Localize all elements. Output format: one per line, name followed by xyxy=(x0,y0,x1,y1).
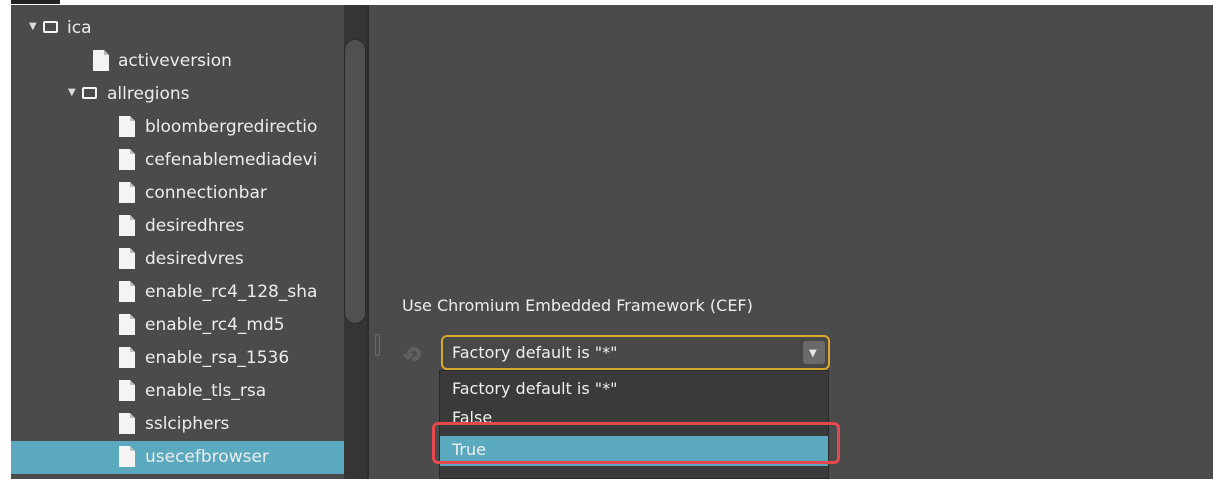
expand-arrow-icon[interactable]: ▼ xyxy=(29,21,39,32)
file-icon xyxy=(119,314,135,335)
cef-select[interactable]: Factory default is "*" ▼ xyxy=(441,335,830,370)
tree-item-label: ica xyxy=(67,18,92,38)
file-icon xyxy=(119,248,135,269)
tree-item-cefenablemediadevices[interactable]: cefenablemediadevi xyxy=(11,144,344,177)
settings-tree: ▼ ica activeversion ▼ allregions bloombe… xyxy=(11,5,344,479)
tree-item-label: enable_rsa_1536 xyxy=(145,348,290,368)
top-border xyxy=(0,0,1213,5)
tree-item-sslciphers[interactable]: sslciphers xyxy=(11,408,344,441)
tree-item-label: desiredvres xyxy=(145,249,244,269)
file-icon xyxy=(119,182,135,203)
select-value: Factory default is "*" xyxy=(452,343,618,362)
option-label: Factory default is "*" xyxy=(452,379,618,398)
folder-icon xyxy=(43,21,58,33)
tree-item-label: allregions xyxy=(107,84,190,104)
tree-item-allregions[interactable]: ▼ allregions xyxy=(11,78,344,111)
tree-item-label: enable_rc4_128_sha xyxy=(145,282,318,302)
tree-item-desiredvres[interactable]: desiredvres xyxy=(11,243,344,276)
file-icon xyxy=(119,347,135,368)
file-icon xyxy=(119,116,135,137)
tree-scrollbar[interactable] xyxy=(344,5,368,479)
setting-label: Use Chromium Embedded Framework (CEF) xyxy=(402,296,753,315)
tree-item-label: enable_rc4_md5 xyxy=(145,315,285,335)
tree-item-label: sslciphers xyxy=(145,414,230,434)
file-icon xyxy=(93,50,109,71)
tree-item-label: bloombergredirectio xyxy=(145,117,318,137)
left-border xyxy=(0,0,11,490)
tree-item-desiredhres[interactable]: desiredhres xyxy=(11,210,344,243)
tree-item-connectionbar[interactable]: connectionbar xyxy=(11,177,344,210)
option-factory-default[interactable]: Factory default is "*" xyxy=(440,375,828,405)
folder-icon xyxy=(82,87,97,99)
resize-handle[interactable] xyxy=(375,334,380,356)
file-icon xyxy=(119,281,135,302)
chevron-down-icon: ▼ xyxy=(809,348,817,359)
tree-item-label: enable_tls_rsa xyxy=(145,381,267,401)
tree-item-enable-rc4-md5[interactable]: enable_rc4_md5 xyxy=(11,309,344,342)
tree-item-enable-rc4-128-sha[interactable]: enable_rc4_128_sha xyxy=(11,276,344,309)
tree-item-enable-tls-rsa[interactable]: enable_tls_rsa xyxy=(11,375,344,408)
tree-item-enable-rsa-1536[interactable]: enable_rsa_1536 xyxy=(11,342,344,375)
tree-item-activeversion[interactable]: activeversion xyxy=(11,45,344,78)
file-icon xyxy=(119,446,135,467)
expand-arrow-icon[interactable]: ▼ xyxy=(68,87,78,98)
tree-item-bloombergredirection[interactable]: bloombergredirectio xyxy=(11,111,344,144)
bottom-border xyxy=(0,479,1213,490)
file-icon xyxy=(119,413,135,434)
scrollbar-thumb[interactable] xyxy=(344,39,366,324)
highlight-annotation xyxy=(432,422,840,464)
dropdown-button[interactable]: ▼ xyxy=(803,341,825,364)
file-icon xyxy=(119,380,135,401)
file-icon xyxy=(119,215,135,236)
tree-item-ica[interactable]: ▼ ica xyxy=(11,12,344,45)
tree-item-label: desiredhres xyxy=(145,216,245,236)
tree-item-label: usecefbrowser xyxy=(145,447,269,467)
tree-item-usecefbrowser[interactable]: usecefbrowser xyxy=(11,441,344,474)
reset-icon[interactable] xyxy=(403,343,425,363)
tree-item-label: activeversion xyxy=(118,51,232,71)
tree-item-label: cefenablemediadevi xyxy=(145,150,318,170)
settings-detail-panel: Use Chromium Embedded Framework (CEF) Fa… xyxy=(369,5,1213,479)
tree-item-label: connectionbar xyxy=(145,183,267,203)
file-icon xyxy=(119,149,135,170)
